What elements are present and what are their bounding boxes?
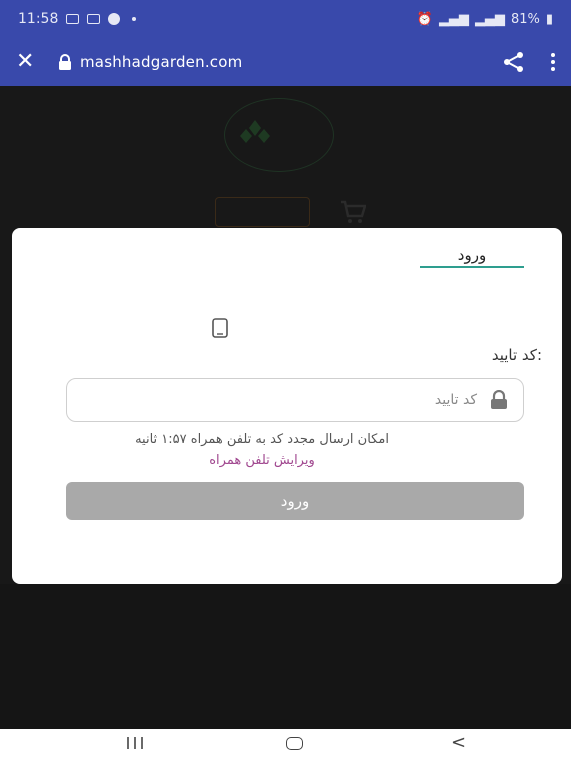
phone-icon [212, 318, 228, 338]
app-badge-icon [108, 13, 121, 25]
url-text[interactable]: mashhadgarden.com [80, 53, 503, 71]
share-icon[interactable] [503, 51, 525, 73]
more-vert-icon[interactable] [551, 53, 555, 71]
edit-phone-link[interactable]: ویرایش تلفن همراه [12, 453, 512, 468]
app-notification-icon [87, 14, 101, 24]
resend-countdown-text: امکان ارسال مجدد کد به تلفن همراه ۱:۵۷ ث… [135, 432, 389, 447]
signal-icon: ▂▄▆ [438, 11, 469, 27]
dimmed-page-footer [0, 584, 571, 729]
logo-leaf-icon [240, 120, 270, 143]
signal-2-icon: ▂▄▆ [474, 11, 505, 27]
status-bar: 11:58 ⏰ ▂▄▆ ▂▄▆ 81% ▮ [0, 0, 571, 38]
back-icon[interactable]: < [451, 734, 466, 752]
cart-icon[interactable] [340, 200, 366, 224]
login-modal: ورود کد تایید: کد تایید امکان ارسال مجدد… [12, 228, 562, 584]
battery-icon: ▮ [545, 11, 553, 27]
home-icon[interactable] [286, 737, 303, 750]
status-right: ⏰ ▂▄▆ ▂▄▆ 81% ▮ [417, 12, 553, 27]
battery-percent: 81% [510, 11, 540, 27]
lock-icon [491, 390, 507, 409]
header-login-button[interactable] [215, 197, 310, 227]
tab-login[interactable]: ورود [420, 246, 524, 268]
verification-code-label: کد تایید: [491, 346, 542, 364]
browser-toolbar: ✕ mashhadgarden.com [0, 38, 571, 86]
more-notifications-icon [132, 17, 137, 21]
code-input-placeholder: کد تایید [434, 392, 477, 408]
android-nav-bar: < [0, 729, 571, 759]
alarm-icon: ⏰ [416, 11, 433, 27]
recents-icon[interactable] [125, 737, 145, 749]
lock-icon [59, 54, 71, 70]
tab-active-indicator [420, 266, 524, 268]
verification-code-input[interactable]: کد تایید [66, 378, 524, 422]
status-time: 11:58 [18, 11, 59, 27]
status-left: 11:58 [18, 11, 137, 27]
gallery-notification-icon [66, 14, 80, 24]
close-icon[interactable]: ✕ [16, 51, 44, 73]
login-submit-button[interactable]: ورود [66, 482, 524, 520]
